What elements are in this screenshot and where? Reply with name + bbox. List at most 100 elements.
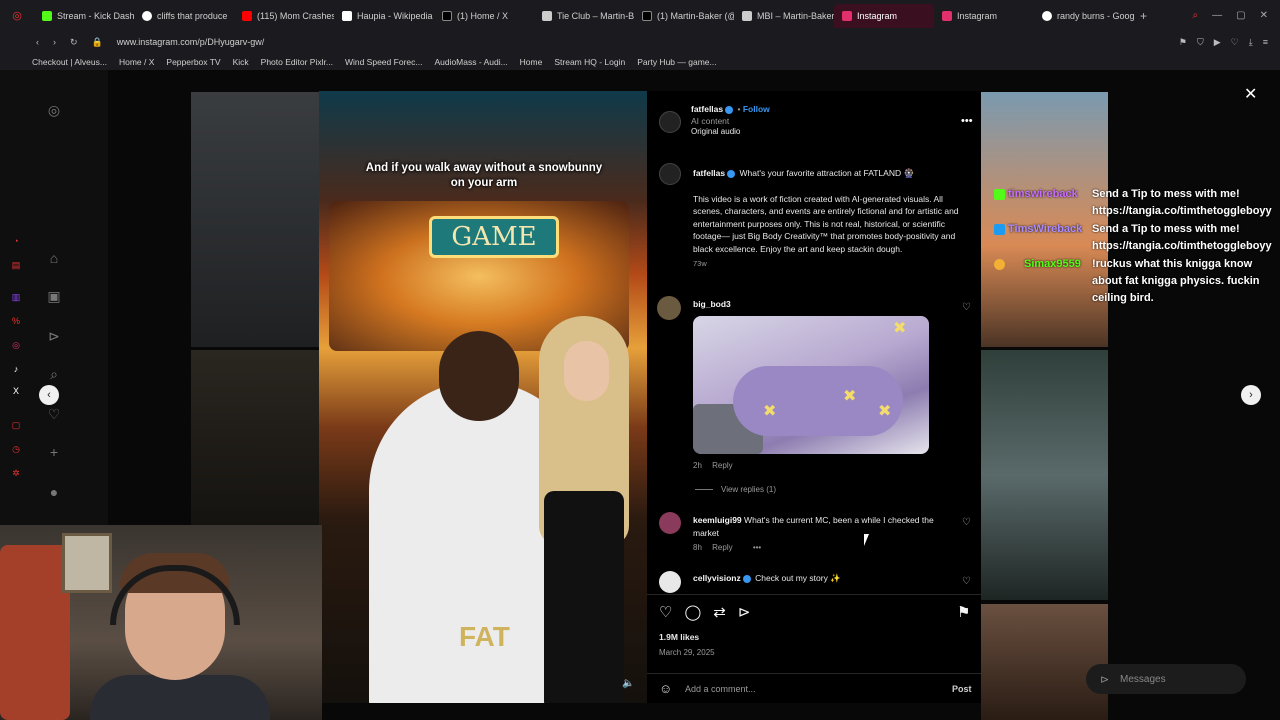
reels-icon[interactable]: ▣ [45, 288, 63, 305]
heart-icon[interactable]: ♡ [45, 406, 63, 423]
prev-post-thumbnail[interactable] [191, 92, 319, 347]
shield-icon[interactable]: ⛉ [1197, 37, 1204, 48]
more-options-icon[interactable]: ••• [753, 543, 761, 552]
comment-meta: 8h Reply ••• [693, 543, 762, 552]
next-post-thumbnail-2[interactable] [981, 350, 1108, 600]
tab-6[interactable]: (1) Martin-Baker (@ [634, 4, 734, 28]
bookmark-5[interactable]: Wind Speed Forec... [345, 57, 422, 67]
percent-icon[interactable]: % [11, 316, 21, 326]
bookmark-8[interactable]: Stream HQ - Login [554, 57, 625, 67]
reload-icon[interactable]: ↻ [70, 37, 78, 48]
comment-image[interactable]: ✖ ✖ ✖ ✖ [693, 316, 929, 454]
tiktok-icon[interactable]: ♪ [11, 364, 21, 374]
bookmark-2[interactable]: Pepperbox TV [166, 57, 220, 67]
comment-username[interactable]: big_bod3 [693, 299, 731, 309]
tab-8[interactable]: Instagram [834, 3, 934, 28]
mail-icon[interactable]: ▤ [11, 260, 21, 271]
bookmark-9[interactable]: Party Hub — game... [637, 57, 716, 67]
author-avatar[interactable] [659, 111, 681, 133]
messages-button[interactable]: ⊳ Messages [1086, 664, 1246, 694]
instagram-icon[interactable]: ◎ [11, 340, 21, 351]
create-icon[interactable]: + [45, 444, 63, 460]
mute-icon[interactable]: 🔈 [622, 678, 634, 689]
bookmark-0[interactable]: Checkout | Alveus... [32, 57, 107, 67]
gear-icon[interactable]: ✲ [11, 468, 21, 479]
download-icon[interactable]: ⤓ [1249, 37, 1253, 48]
post-video[interactable]: GAME And if you walk away without a snow… [319, 91, 647, 703]
profile-icon[interactable]: ● [45, 484, 63, 500]
tab-3[interactable]: Haupia - Wikipedia [334, 4, 434, 28]
clock-icon[interactable]: ◷ [11, 444, 21, 455]
instagram-icon[interactable]: ◎ [45, 102, 63, 119]
maximize-icon[interactable]: ▢ [1236, 10, 1245, 21]
reply-button[interactable]: Reply [712, 461, 732, 470]
prev-post-button[interactable]: ‹ [39, 385, 59, 405]
x-icon[interactable]: X [11, 386, 21, 396]
bookmark-7[interactable]: Home [520, 57, 543, 67]
play-icon[interactable]: ▶ [1214, 37, 1221, 48]
home-icon[interactable]: ⌂ [45, 250, 63, 266]
send-icon[interactable]: ⊳ [45, 328, 63, 345]
box-icon[interactable]: ▢ [11, 420, 21, 431]
comment-username[interactable]: cellyvisionz [693, 573, 741, 583]
comment-avatar[interactable] [659, 571, 681, 593]
next-post-thumbnail-3[interactable] [981, 604, 1108, 720]
tab-4[interactable]: (1) Home / X [434, 4, 534, 28]
tab-5[interactable]: Tie Club – Martin-B [534, 4, 634, 28]
reply-button[interactable]: Reply [712, 543, 732, 552]
search-icon[interactable]: ⌕ [1193, 10, 1199, 21]
comment-like-icon[interactable]: ♡ [962, 576, 971, 587]
next-post-button[interactable]: › [1241, 385, 1261, 405]
prev-post-thumbnail-2[interactable] [191, 350, 319, 525]
new-tab-icon[interactable]: + [1140, 9, 1147, 23]
bookmark-3[interactable]: Kick [233, 57, 249, 67]
audio-label[interactable]: Original audio [691, 127, 770, 136]
author-username[interactable]: fatfellas [691, 104, 723, 114]
comment-username[interactable]: keemluigi99 [693, 515, 742, 525]
menu-icon[interactable]: ≡ [1263, 37, 1268, 48]
search-icon[interactable]: ⌕ [45, 366, 63, 383]
more-options-icon[interactable]: ••• [961, 115, 973, 127]
heart-icon[interactable]: ♡ [1231, 37, 1239, 48]
follow-button[interactable]: Follow [743, 104, 770, 114]
url-field[interactable]: www.instagram.com/p/DHyugarv-gw/ [117, 37, 265, 47]
tab-2[interactable]: (115) Mom Crashes [234, 4, 334, 28]
likes-count[interactable]: 1.9M likes [659, 632, 699, 642]
post-date: March 29, 2025 [659, 648, 715, 657]
close-icon[interactable]: ✕ [1260, 10, 1268, 21]
browser-logo-icon[interactable]: ◎ [0, 4, 34, 28]
repost-icon[interactable]: ⇄ [713, 603, 726, 621]
view-replies-button[interactable]: View replies (1) [695, 485, 776, 494]
bookmark-6[interactable]: AudioMass - Audi... [434, 57, 507, 67]
post-caption: fatfellas What's your favorite attractio… [693, 167, 961, 271]
back-icon[interactable]: ‹ [36, 37, 39, 47]
minimize-icon[interactable]: — [1212, 10, 1222, 21]
bookmark-4[interactable]: Photo Editor Pixlr... [261, 57, 333, 67]
tab-1[interactable]: cliffs that produce [134, 4, 234, 28]
comment-icon[interactable]: ◯ [684, 603, 701, 621]
comment-like-icon[interactable]: ♡ [962, 517, 971, 528]
bookmark-icon[interactable]: ⚑ [1179, 37, 1187, 48]
caption-avatar[interactable] [659, 163, 681, 185]
close-modal-button[interactable]: ✕ [1244, 84, 1257, 104]
comment-avatar[interactable] [659, 512, 681, 534]
comment-avatar[interactable] [657, 296, 681, 320]
comment-input[interactable]: Add a comment... [685, 684, 756, 694]
caption-username[interactable]: fatfellas [693, 168, 725, 178]
save-icon[interactable]: ⚑ [957, 603, 970, 621]
forward-icon[interactable]: › [53, 37, 56, 47]
tab-9[interactable]: Instagram [934, 4, 1034, 28]
tab-10[interactable]: randy burns - Goog [1034, 4, 1134, 28]
emoji-icon[interactable]: ☺ [659, 681, 672, 696]
instagram-icon [942, 10, 952, 21]
like-icon[interactable]: ♡ [659, 603, 672, 621]
google-icon [1042, 10, 1052, 21]
comment-like-icon[interactable]: ♡ [962, 302, 971, 313]
tab-0[interactable]: Stream - Kick Dash [34, 4, 134, 28]
tab-7[interactable]: MBI – Martin-Baker [734, 4, 834, 28]
bookmark-1[interactable]: Home / X [119, 57, 154, 67]
share-icon[interactable]: ⊳ [738, 603, 751, 621]
post-button[interactable]: Post [952, 684, 972, 694]
twitch-icon[interactable]: ▥ [11, 292, 21, 303]
kick-icon[interactable]: ◔ [11, 236, 21, 246]
